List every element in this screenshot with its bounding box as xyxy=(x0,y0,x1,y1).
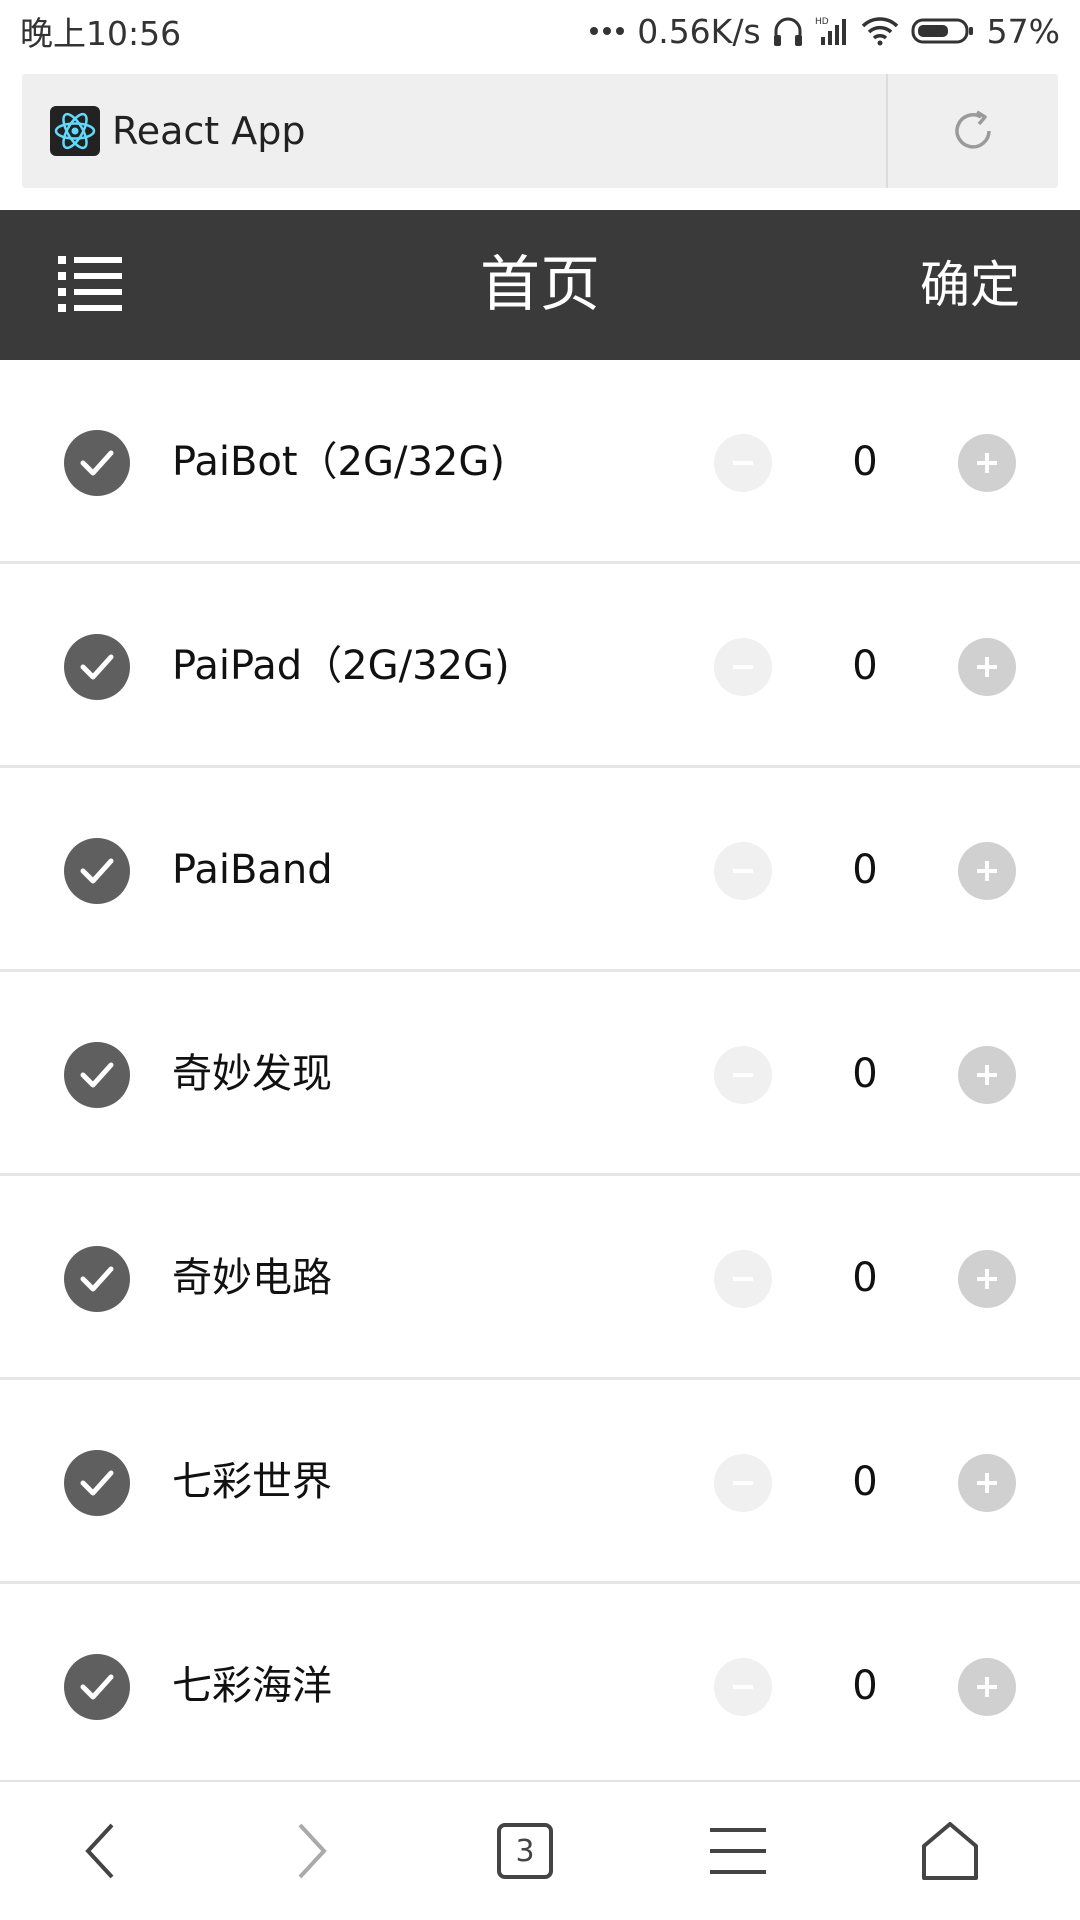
quantity-value: 0 xyxy=(852,1051,878,1097)
status-bar: 晚上10:56 0.56K/s HD 57% xyxy=(0,0,1080,62)
tab-count: 3 xyxy=(497,1823,553,1879)
product-name: PaiBand xyxy=(172,847,333,893)
minus-icon xyxy=(733,1685,753,1689)
decrement-button[interactable] xyxy=(714,638,772,696)
plus-icon xyxy=(977,861,997,881)
svg-text:HD: HD xyxy=(815,17,829,27)
check-icon[interactable] xyxy=(64,1450,130,1516)
quantity-value: 0 xyxy=(852,847,878,893)
minus-icon xyxy=(733,665,753,669)
reload-button[interactable] xyxy=(888,74,1058,188)
page-heading: 首页 xyxy=(480,250,600,320)
react-logo-icon xyxy=(50,106,100,156)
plus-icon xyxy=(977,1065,997,1085)
check-icon[interactable] xyxy=(64,634,130,700)
decrement-button[interactable] xyxy=(714,1250,772,1308)
product-name: 七彩海洋 xyxy=(172,1663,332,1709)
increment-button[interactable] xyxy=(958,1046,1016,1104)
minus-icon xyxy=(733,1481,753,1485)
confirm-button[interactable]: 确定 xyxy=(920,210,1020,360)
plus-icon xyxy=(977,1269,997,1289)
minus-icon xyxy=(733,461,753,465)
home-button[interactable] xyxy=(890,1782,1010,1920)
decrement-button[interactable] xyxy=(714,434,772,492)
back-button[interactable] xyxy=(40,1782,160,1920)
product-name: 奇妙发现 xyxy=(172,1051,332,1097)
increment-button[interactable] xyxy=(958,1658,1016,1716)
more-dots-icon xyxy=(589,26,625,36)
battery-percent: 57% xyxy=(986,11,1060,51)
list-item: PaiPad（2G/32G) 0 xyxy=(0,564,1080,768)
network-speed: 0.56K/s xyxy=(637,11,761,51)
hd-signal-icon: HD xyxy=(815,15,849,47)
increment-button[interactable] xyxy=(958,1250,1016,1308)
plus-icon xyxy=(977,453,997,473)
browser-menu-button[interactable] xyxy=(678,1782,798,1920)
chevron-right-icon xyxy=(298,1823,327,1879)
list-item: PaiBand 0 xyxy=(0,768,1080,972)
list-item: PaiBot（2G/32G) 0 xyxy=(0,360,1080,564)
wifi-icon xyxy=(861,16,899,46)
status-time: 晚上10:56 xyxy=(20,14,182,53)
decrement-button[interactable] xyxy=(714,1454,772,1512)
minus-icon xyxy=(733,869,753,873)
address-bar[interactable]: React App xyxy=(22,74,1058,188)
minus-icon xyxy=(733,1277,753,1281)
reload-icon xyxy=(955,110,991,149)
list-item: 七彩世界 0 xyxy=(0,1380,1080,1584)
app-header: 首页 确定 xyxy=(0,210,1080,360)
check-icon[interactable] xyxy=(64,1042,130,1108)
home-icon xyxy=(922,1822,978,1880)
increment-button[interactable] xyxy=(958,638,1016,696)
check-icon[interactable] xyxy=(64,1654,130,1720)
site-info[interactable]: React App xyxy=(22,74,888,188)
hamburger-icon xyxy=(710,1828,766,1874)
decrement-button[interactable] xyxy=(714,1046,772,1104)
product-list: PaiBot（2G/32G) 0 PaiPad（2G/32G) 0 PaiBan… xyxy=(0,360,1080,1788)
plus-icon xyxy=(977,1677,997,1697)
forward-button[interactable] xyxy=(252,1782,372,1920)
increment-button[interactable] xyxy=(958,434,1016,492)
list-item: 奇妙电路 0 xyxy=(0,1176,1080,1380)
product-name: 奇妙电路 xyxy=(172,1255,332,1301)
plus-icon xyxy=(977,657,997,677)
quantity-value: 0 xyxy=(852,1663,878,1709)
quantity-value: 0 xyxy=(852,1255,878,1301)
quantity-value: 0 xyxy=(852,1459,878,1505)
list-item: 奇妙发现 0 xyxy=(0,972,1080,1176)
battery-icon xyxy=(911,16,975,46)
plus-icon xyxy=(977,1473,997,1493)
decrement-button[interactable] xyxy=(714,1658,772,1716)
tabs-button[interactable]: 3 xyxy=(465,1782,585,1920)
increment-button[interactable] xyxy=(958,1454,1016,1512)
check-icon[interactable] xyxy=(64,1246,130,1312)
check-icon[interactable] xyxy=(64,430,130,496)
browser-bottom-nav: 3 xyxy=(0,1780,1080,1920)
product-name: PaiPad（2G/32G) xyxy=(172,643,510,689)
chevron-left-icon xyxy=(85,1823,114,1879)
page-title: React App xyxy=(112,109,306,153)
headphone-icon xyxy=(773,15,803,47)
list-item: 七彩海洋 0 xyxy=(0,1584,1080,1788)
check-icon[interactable] xyxy=(64,838,130,904)
increment-button[interactable] xyxy=(958,842,1016,900)
minus-icon xyxy=(733,1073,753,1077)
product-name: 七彩世界 xyxy=(172,1459,332,1505)
quantity-value: 0 xyxy=(852,643,878,689)
product-name: PaiBot（2G/32G) xyxy=(172,439,505,485)
decrement-button[interactable] xyxy=(714,842,772,900)
quantity-value: 0 xyxy=(852,439,878,485)
